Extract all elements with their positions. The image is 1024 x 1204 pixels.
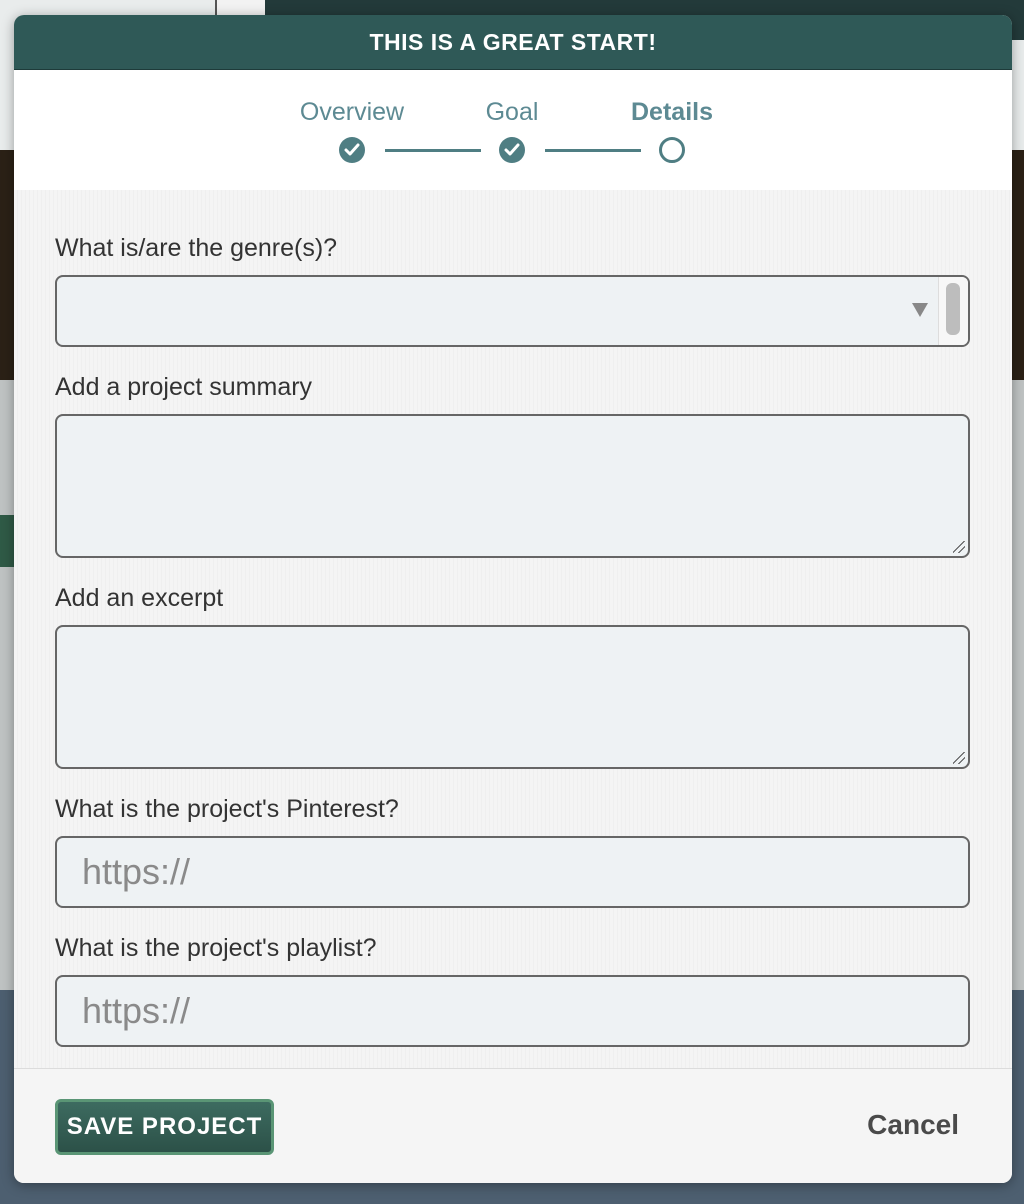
empty-circle-icon [659,137,685,163]
excerpt-label: Add an excerpt [55,584,224,612]
step-goal-label: Goal [485,98,539,126]
summary-label: Add a project summary [55,373,313,401]
resize-handle-icon[interactable] [953,752,965,764]
details-form: What is/are the genre(s)? Add a project … [14,190,1012,1068]
project-details-modal: THIS IS A GREAT START! Overview Goal Det… [14,15,1012,1183]
playlist-placeholder: https:// [82,990,191,1031]
summary-textarea[interactable] [55,414,970,558]
pinterest-input[interactable]: https:// [55,836,970,908]
pinterest-label: What is the project's Pinterest? [55,795,399,823]
pinterest-placeholder: https:// [82,851,191,892]
step-connector [545,149,641,152]
progress-stepper: Overview Goal Details [14,70,1012,190]
excerpt-textarea[interactable] [55,625,970,769]
step-connector [385,149,481,152]
modal-footer: SAVE PROJECT Cancel [14,1068,1012,1183]
select-scrollbar[interactable] [938,277,968,345]
step-details-label: Details [631,98,713,126]
step-overview-label: Overview [299,98,405,126]
resize-handle-icon[interactable] [953,541,965,553]
checkmark-icon [499,137,525,163]
checkmark-icon [339,137,365,163]
playlist-input[interactable]: https:// [55,975,970,1047]
genre-select[interactable] [55,275,970,347]
save-project-button[interactable]: SAVE PROJECT [55,1099,274,1155]
modal-title: THIS IS A GREAT START! [14,15,1012,70]
playlist-label: What is the project's playlist? [55,934,377,962]
genre-label: What is/are the genre(s)? [55,234,338,262]
scrollbar-thumb[interactable] [946,283,960,335]
dropdown-arrow-icon[interactable] [912,303,928,317]
cancel-button[interactable]: Cancel [867,1109,959,1141]
